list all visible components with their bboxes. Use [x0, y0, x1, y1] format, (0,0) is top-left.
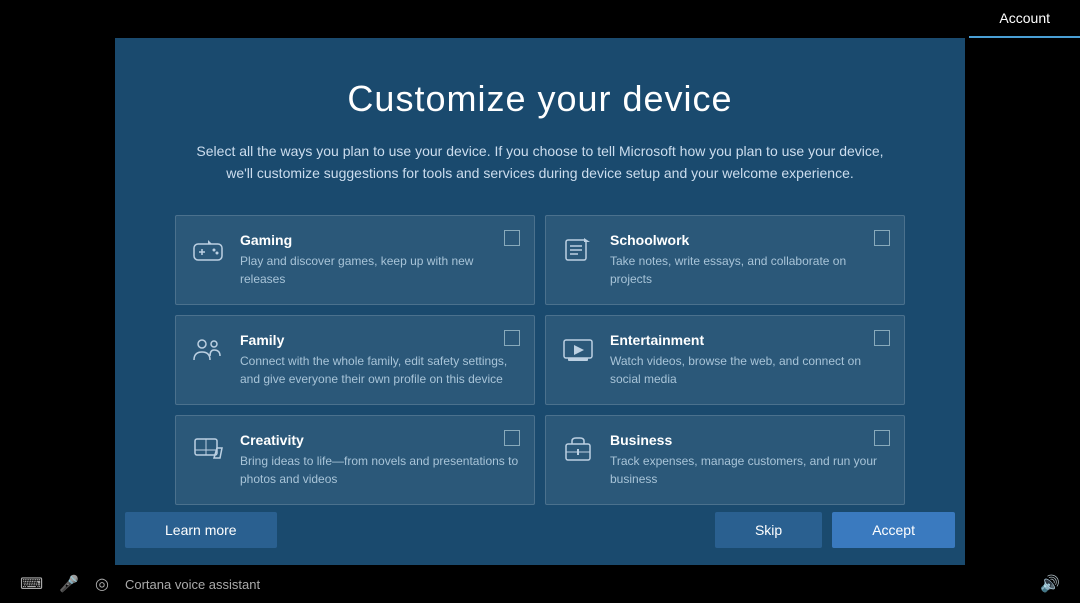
entertainment-card-content: Entertainment Watch videos, browse the w… — [610, 332, 890, 388]
business-desc: Track expenses, manage customers, and ru… — [610, 452, 890, 488]
business-card-content: Business Track expenses, manage customer… — [610, 432, 890, 488]
bottom-bar: ⌨ 🎤 ◎ Cortana voice assistant 🔊 — [0, 565, 1080, 603]
business-icon — [560, 432, 596, 468]
volume-icon[interactable]: 🔊 — [1040, 574, 1060, 594]
family-card[interactable]: Family Connect with the whole family, ed… — [175, 315, 535, 405]
page-subtitle: Select all the ways you plan to use your… — [190, 140, 890, 185]
gaming-icon — [190, 232, 226, 268]
creativity-title: Creativity — [240, 432, 520, 448]
actions-row: Learn more Skip Accept — [115, 512, 965, 548]
cortana-icon[interactable]: ◎ — [95, 574, 109, 594]
gaming-desc: Play and discover games, keep up with ne… — [240, 252, 520, 288]
cards-grid: Gaming Play and discover games, keep up … — [175, 215, 905, 505]
top-bar: Account — [0, 0, 1080, 38]
gaming-title: Gaming — [240, 232, 520, 248]
family-desc: Connect with the whole family, edit safe… — [240, 352, 520, 388]
family-title: Family — [240, 332, 520, 348]
cortana-label: Cortana voice assistant — [125, 577, 260, 592]
business-title: Business — [610, 432, 890, 448]
family-checkbox[interactable] — [504, 330, 520, 346]
entertainment-icon — [560, 332, 596, 368]
schoolwork-icon — [560, 232, 596, 268]
creativity-icon — [190, 432, 226, 468]
keyboard-icon[interactable]: ⌨ — [20, 574, 43, 594]
btn-group: Skip Accept — [715, 512, 955, 548]
learn-more-button[interactable]: Learn more — [125, 512, 277, 548]
account-tab[interactable]: Account — [969, 0, 1080, 38]
accept-button[interactable]: Accept — [832, 512, 955, 548]
schoolwork-card-content: Schoolwork Take notes, write essays, and… — [610, 232, 890, 288]
creativity-checkbox[interactable] — [504, 430, 520, 446]
schoolwork-card[interactable]: Schoolwork Take notes, write essays, and… — [545, 215, 905, 305]
family-card-content: Family Connect with the whole family, ed… — [240, 332, 520, 388]
entertainment-card[interactable]: Entertainment Watch videos, browse the w… — [545, 315, 905, 405]
business-checkbox[interactable] — [874, 430, 890, 446]
gaming-card[interactable]: Gaming Play and discover games, keep up … — [175, 215, 535, 305]
schoolwork-desc: Take notes, write essays, and collaborat… — [610, 252, 890, 288]
entertainment-title: Entertainment — [610, 332, 890, 348]
creativity-desc: Bring ideas to life—from novels and pres… — [240, 452, 520, 488]
entertainment-desc: Watch videos, browse the web, and connec… — [610, 352, 890, 388]
entertainment-checkbox[interactable] — [874, 330, 890, 346]
skip-button[interactable]: Skip — [715, 512, 822, 548]
schoolwork-checkbox[interactable] — [874, 230, 890, 246]
creativity-card[interactable]: Creativity Bring ideas to life—from nove… — [175, 415, 535, 505]
microphone-icon[interactable]: 🎤 — [59, 574, 79, 594]
gaming-checkbox[interactable] — [504, 230, 520, 246]
page-title: Customize your device — [347, 78, 732, 120]
family-icon — [190, 332, 226, 368]
creativity-card-content: Creativity Bring ideas to life—from nove… — [240, 432, 520, 488]
main-panel: Customize your device Select all the way… — [115, 38, 965, 565]
schoolwork-title: Schoolwork — [610, 232, 890, 248]
business-card[interactable]: Business Track expenses, manage customer… — [545, 415, 905, 505]
gaming-card-content: Gaming Play and discover games, keep up … — [240, 232, 520, 288]
